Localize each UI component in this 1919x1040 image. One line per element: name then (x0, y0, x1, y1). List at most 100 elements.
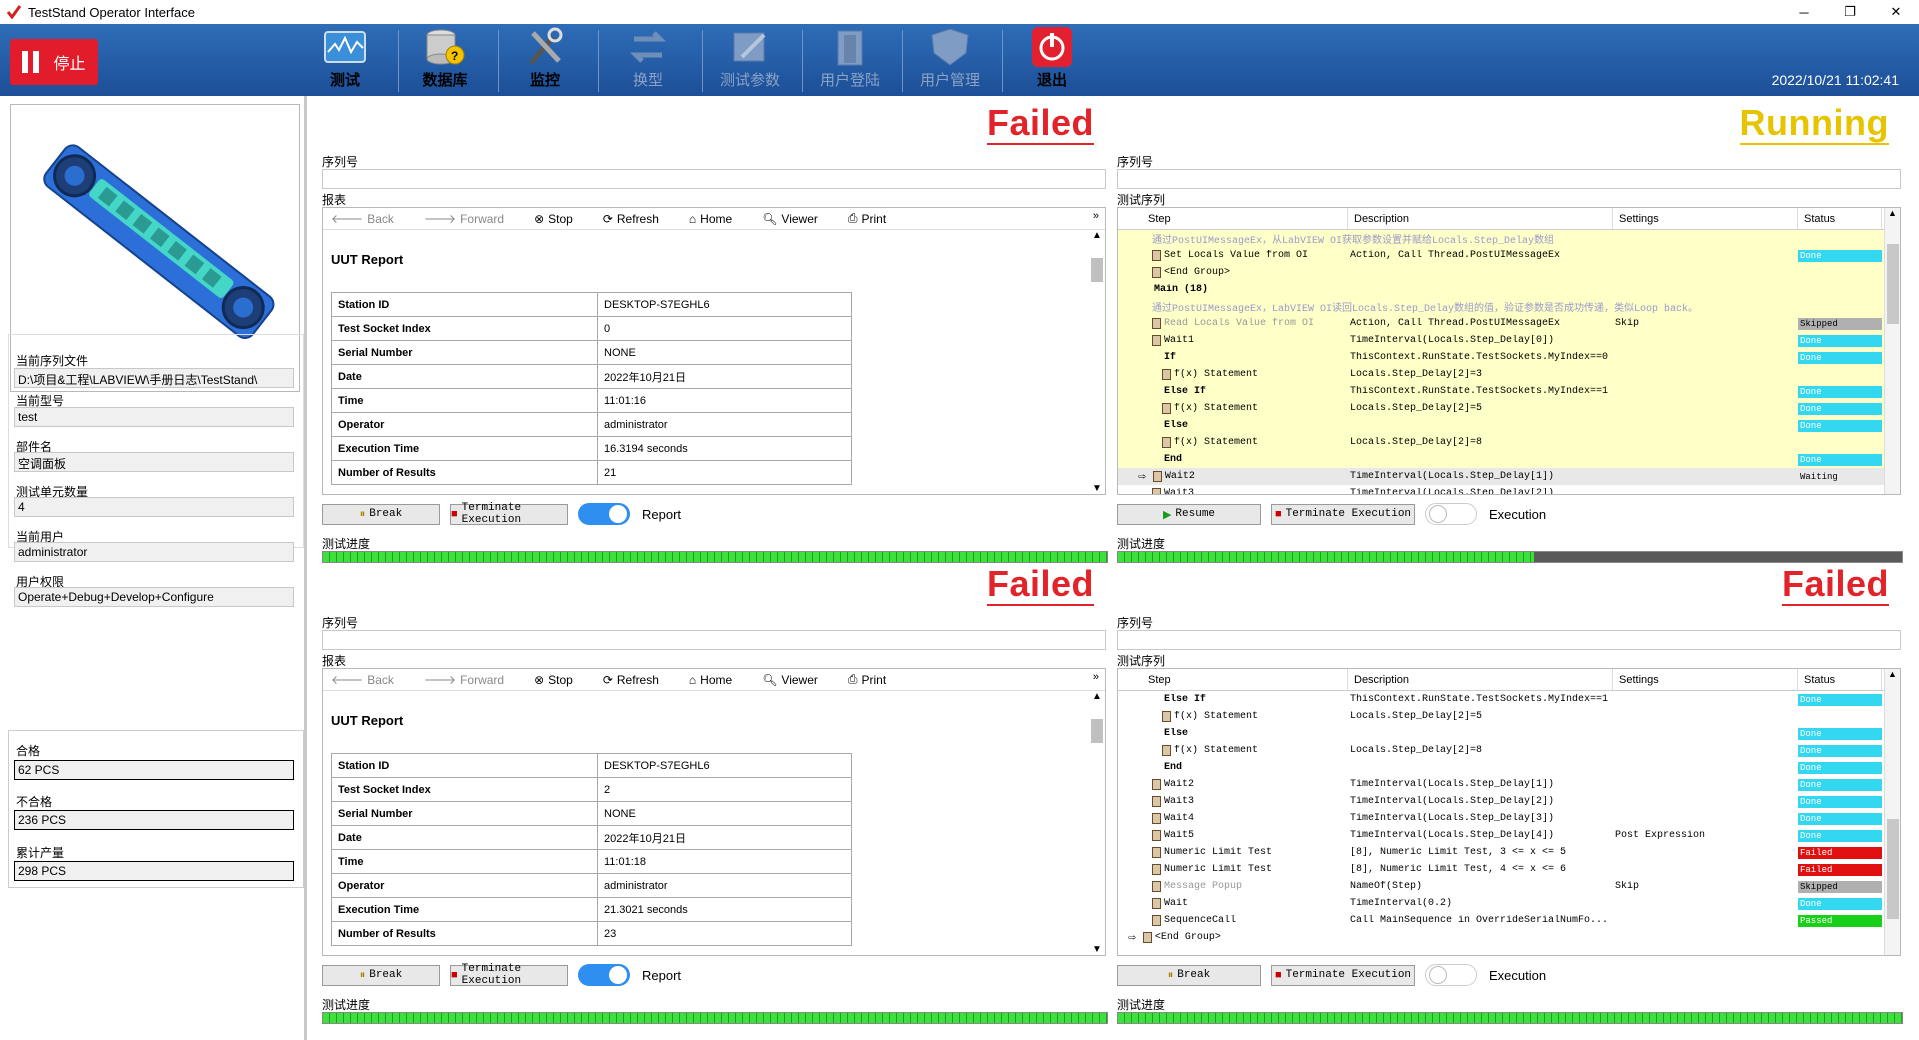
execution-toggle[interactable] (1425, 503, 1477, 525)
step-status-badge: Done (1798, 385, 1882, 398)
break-button[interactable]: ⏸ Break (322, 964, 440, 986)
sequence-header: Step Description Settings Status (1118, 208, 1900, 230)
serial-number-input[interactable] (322, 169, 1106, 189)
report-row: Execution Time 21.3021 seconds (331, 897, 852, 922)
browser-stop-button[interactable]: ⊗ Stop (534, 212, 573, 226)
sequence-step-row[interactable]: SequenceCall Call MainSequence in Overrid… (1118, 912, 1900, 929)
close-button[interactable]: ✕ (1873, 0, 1919, 24)
sequence-step-row[interactable]: f(x) Statement Locals.Step_Delay[2]=3 (1118, 366, 1900, 383)
toolbar-user-manage-button[interactable]: 用户管理 (910, 28, 990, 94)
sequence-step-row[interactable]: Set Locals Value from OI Action, Call Thr… (1118, 247, 1900, 264)
refresh-button[interactable]: ⟳ Refresh (603, 673, 659, 687)
forward-button[interactable]: 🡒 Forward (424, 672, 504, 688)
sequence-step-row[interactable]: Else Done (1118, 417, 1900, 434)
toolbar-user-login-button[interactable]: 用户登陆 (810, 28, 890, 94)
print-button[interactable]: ⎙ Print (848, 211, 886, 226)
sequence-step-row[interactable]: ⇨ <End Group> (1118, 929, 1900, 946)
report-row: Execution Time 16.3194 seconds (331, 436, 852, 461)
terminate-button[interactable]: ■ Terminate Execution (450, 963, 568, 987)
pass-count-label: 合格 (16, 744, 41, 758)
execution-toggle[interactable] (1425, 964, 1477, 986)
sequence-step-row[interactable]: Wait2 TimeInterval(Locals.Step_Delay[1]) D… (1118, 776, 1900, 793)
overflow-chevron-icon[interactable]: » (1093, 210, 1099, 222)
sequence-step-row[interactable]: f(x) Statement Locals.Step_Delay[2]=5 (1118, 708, 1900, 725)
step-description: TimeInterval(Locals.Step_Delay[2]) (1350, 796, 1555, 807)
step-name: Else (1164, 728, 1189, 739)
sequence-step-row[interactable]: Else If ThisContext.RunState.TestSockets.… (1118, 383, 1900, 400)
stop-button[interactable]: 停止 (10, 39, 98, 85)
toolbar-changeover-button[interactable]: 换型 (608, 28, 688, 94)
sequence-step-row[interactable]: End Done (1118, 451, 1900, 468)
break-button[interactable]: ⏸ Break (322, 503, 440, 525)
sequence-step-row[interactable]: Wait4 TimeInterval(Locals.Step_Delay[3]) D… (1118, 810, 1900, 827)
step-description: Locals.Step_Delay[2]=3 (1350, 369, 1483, 380)
toolbar-test-params-button[interactable]: 测试参数 (710, 28, 790, 94)
sequence-step-row[interactable]: 通过PostUIMessageEx，LabVIEW OI读回Locals.Ste… (1118, 298, 1900, 315)
terminate-button[interactable]: ■ Terminate Execution (1271, 503, 1415, 525)
report-toggle[interactable] (578, 964, 630, 986)
sequence-step-row[interactable]: Read Locals Value from OI Action, Call Th… (1118, 315, 1900, 332)
sequence-step-row[interactable]: Else Done (1118, 725, 1900, 742)
serial-number-input[interactable] (322, 630, 1106, 650)
step-type-icon (1162, 711, 1171, 722)
toolbar-monitor-button[interactable]: 监控 (505, 27, 585, 94)
sequence-step-row[interactable]: f(x) Statement Locals.Step_Delay[2]=8 Done (1118, 742, 1900, 759)
sequence-step-row[interactable]: 通过PostUIMessageEx，从LabVIEW OI获取参数设置并赋给Lo… (1118, 230, 1900, 247)
sequence-step-row[interactable]: Numeric Limit Test [8], Numeric Limit Tes… (1118, 861, 1900, 878)
home-button[interactable]: ⌂ Home (689, 673, 732, 687)
toolbar-exit-button[interactable]: 退出 (1012, 27, 1092, 94)
sequence-step-row[interactable]: <End Group> (1118, 264, 1900, 281)
sequence-step-row[interactable]: Message Popup NameOf(Step) Skip Skipped (1118, 878, 1900, 895)
toolbar-test-button[interactable]: 测试 (305, 28, 385, 94)
serial-number-input[interactable] (1117, 169, 1901, 189)
sequence-step-row[interactable]: Else If ThisContext.RunState.TestSockets.… (1118, 691, 1900, 708)
sequence-step-row[interactable]: End Done (1118, 759, 1900, 776)
sequence-step-row[interactable]: If ThisContext.RunState.TestSockets.MyInd… (1118, 349, 1900, 366)
sequence-step-row[interactable]: Wait3 TimeInterval(Locals.Step_Delay[2]) D… (1118, 793, 1900, 810)
terminate-button[interactable]: ■ Terminate Execution (450, 502, 568, 526)
viewer-button[interactable]: 🔍︎ Viewer (762, 673, 818, 687)
step-description: Locals.Step_Delay[2]=5 (1350, 711, 1483, 722)
back-button[interactable]: 🡐 Back (331, 672, 394, 688)
main-toolbar: 停止 测试 ? 数据库 监控 换型 测试参数 用户登陆 用户管理 退出 2022… (0, 24, 1919, 96)
home-button[interactable]: ⌂ Home (689, 212, 732, 226)
viewer-button[interactable]: 🔍︎ Viewer (762, 212, 818, 226)
overflow-chevron-icon[interactable]: » (1093, 671, 1099, 683)
toolbar-database-button[interactable]: ? 数据库 (405, 28, 485, 94)
step-name: 通过PostUIMessageEx，LabVIEW OI读回Locals.Ste… (1152, 303, 1699, 315)
edit-document-icon (728, 27, 772, 67)
sequence-step-row[interactable]: Numeric Limit Test [8], Numeric Limit Tes… (1118, 844, 1900, 861)
sequence-step-row[interactable]: f(x) Statement Locals.Step_Delay[2]=5 Done (1118, 400, 1900, 417)
sequence-step-row[interactable]: f(x) Statement Locals.Step_Delay[2]=8 (1118, 434, 1900, 451)
terminate-button[interactable]: ■ Terminate Execution (1271, 964, 1415, 986)
sequence-step-row[interactable]: Wait5 TimeInterval(Locals.Step_Delay[4]) P… (1118, 827, 1900, 844)
sequence-step-row[interactable]: Wait1 TimeInterval(Locals.Step_Delay[0]) D… (1118, 332, 1900, 349)
minimize-button[interactable]: ─ (1781, 0, 1827, 24)
maximize-button[interactable]: ❐ (1827, 0, 1873, 24)
sequence-scrollbar[interactable]: ▲ (1884, 669, 1900, 955)
pause-icon: ⏸ (359, 968, 366, 981)
report-key: Number of Results (331, 460, 598, 485)
sequence-step-row[interactable]: Wait TimeInterval(0.2) Done (1118, 895, 1900, 912)
report-scrollbar[interactable]: ▲ ▼ (1089, 230, 1105, 494)
test-progress-bar (322, 551, 1108, 563)
resume-button[interactable]: ▶ Resume (1117, 503, 1261, 525)
sequence-step-row[interactable]: Wait3 TimeInterval(Locals.Step_Delay[2]) (1118, 485, 1900, 495)
title-bar: TestStand Operator Interface ─ ❐ ✕ (0, 0, 1919, 24)
report-toggle[interactable] (578, 503, 630, 525)
print-button[interactable]: ⎙ Print (848, 672, 886, 687)
progress-label: 测试进度 (322, 537, 371, 551)
report-scrollbar[interactable]: ▲ ▼ (1089, 691, 1105, 955)
sequence-step-row[interactable]: ⇨ Wait2 TimeInterval(Locals.Step_Delay[1])… (1118, 468, 1900, 485)
refresh-button[interactable]: ⟳ Refresh (603, 212, 659, 226)
browser-stop-button[interactable]: ⊗ Stop (534, 673, 573, 687)
col-status: Status (1798, 669, 1882, 690)
break-button[interactable]: ⏸ Break (1117, 964, 1261, 986)
step-name: Wait3 (1164, 796, 1195, 807)
sequence-scrollbar[interactable]: ▲ (1884, 208, 1900, 494)
forward-button[interactable]: 🡒 Forward (424, 211, 504, 227)
back-button[interactable]: 🡐 Back (331, 211, 394, 227)
sequence-step-row[interactable]: Main (18) (1118, 281, 1900, 298)
step-name: Wait3 (1164, 488, 1195, 495)
serial-number-input[interactable] (1117, 630, 1901, 650)
